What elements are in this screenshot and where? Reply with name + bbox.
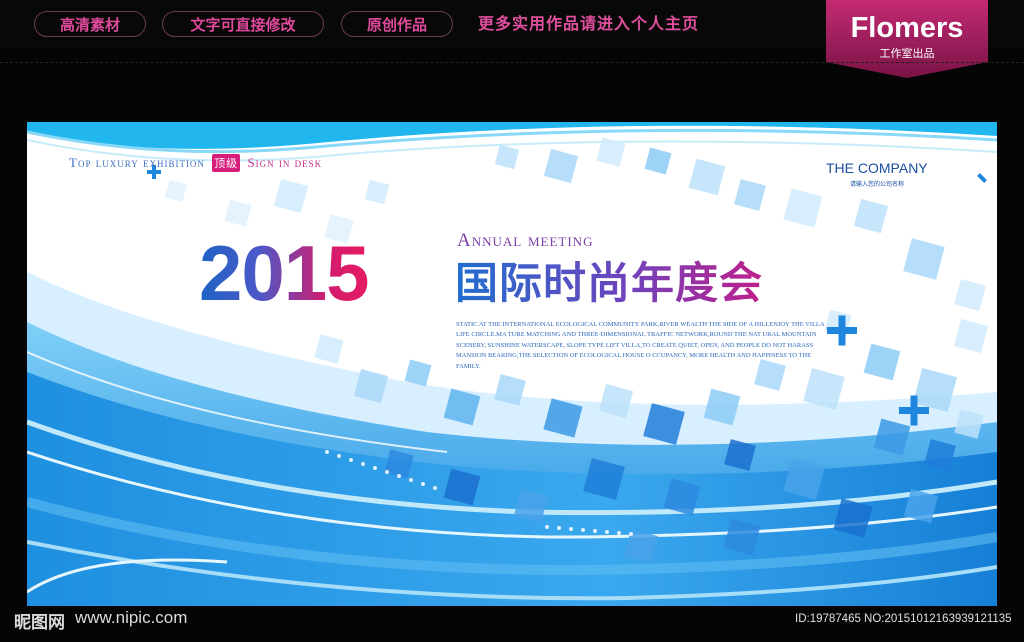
event-banner: Top luxury exhibition 顶级 Sign in desk TH…: [27, 122, 997, 606]
company-name: THE COMPANY: [826, 160, 928, 176]
tagline-badge: 顶级: [212, 154, 241, 172]
tag-hd-material[interactable]: 高清素材: [34, 11, 146, 37]
event-description: STATIC AT THE INTERNATIONAL ECOLOGICAL C…: [456, 321, 825, 370]
promo-link[interactable]: 更多实用作品请进入个人主页: [478, 11, 699, 37]
brand-subtitle: 工作室出品: [879, 47, 935, 60]
company-subtitle: 请输入您的公司名称: [850, 181, 905, 188]
event-title: 国际时尚年度会: [455, 254, 763, 314]
watermark-logo: 昵图网: [14, 613, 65, 633]
watermark-id: ID:19787465 NO:20151012163939121135: [795, 613, 1012, 625]
tagline-left: Top luxury exhibition: [69, 155, 205, 170]
tagline-right: Sign in desk: [247, 155, 323, 170]
event-year: 2015: [199, 229, 370, 317]
tag-editable-text[interactable]: 文字可直接修改: [162, 11, 324, 37]
divider: [0, 62, 1024, 64]
tagline: Top luxury exhibition 顶级 Sign in desk: [69, 154, 322, 172]
brand-badge[interactable]: Flomers 工作室出品: [826, 0, 988, 78]
brand-name: Flomers: [850, 12, 964, 44]
tag-original-work[interactable]: 原创作品: [341, 11, 453, 37]
annual-meeting-label: Annual meeting: [457, 230, 594, 251]
watermark-url[interactable]: www.nipic.com: [75, 608, 187, 628]
